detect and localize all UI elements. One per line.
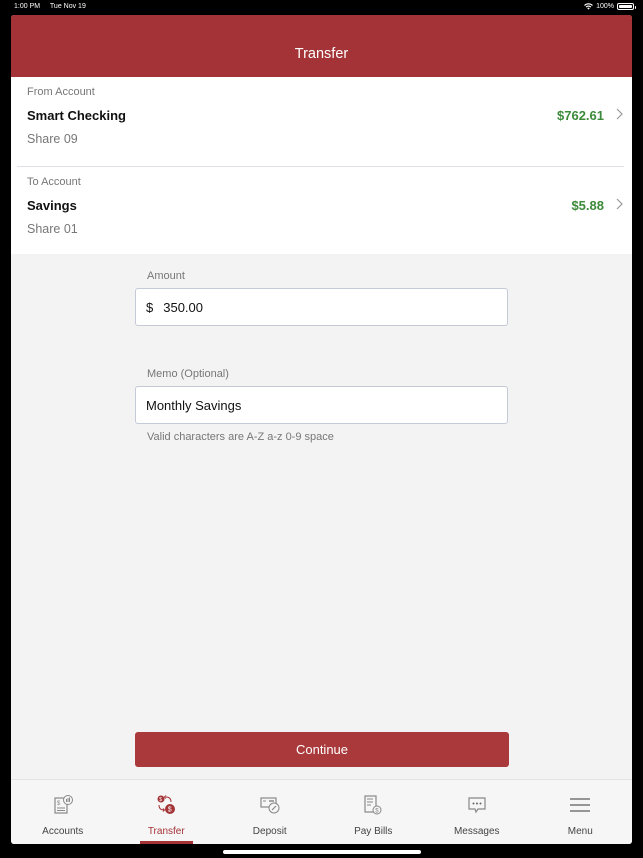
from-account-label: From Account: [27, 86, 95, 98]
account-card: From Account Smart Checking Share 09 $76…: [11, 77, 632, 254]
svg-text:$: $: [168, 807, 172, 814]
tab-accounts[interactable]: $ Accounts: [11, 780, 115, 844]
chevron-right-icon: [616, 108, 623, 123]
memo-hint: Valid characters are A-Z a-z 0-9 space: [147, 431, 334, 443]
transfer-icon: $ $: [157, 795, 176, 814]
home-indicator[interactable]: [223, 850, 421, 854]
to-account-name: Savings: [27, 198, 77, 213]
wifi-icon: [584, 3, 593, 10]
to-account-selector[interactable]: To Account Savings Share 01 $5.88: [11, 167, 632, 254]
svg-text:$: $: [57, 801, 61, 807]
header: Transfer: [11, 15, 632, 77]
to-account-label: To Account: [27, 176, 81, 188]
deposit-icon: [260, 797, 280, 814]
tab-messages[interactable]: Messages: [425, 780, 529, 844]
status-date: Tue Nov 19: [49, 3, 86, 10]
memo-value: Monthly Savings: [146, 397, 242, 413]
from-account-name: Smart Checking: [27, 108, 126, 123]
svg-text:$: $: [160, 797, 163, 803]
chevron-right-icon: [616, 198, 623, 213]
to-account-share: Share 01: [27, 222, 78, 236]
amount-value: 350.00: [163, 299, 203, 315]
memo-input[interactable]: Monthly Savings: [135, 386, 508, 424]
from-account-balance: $762.61: [557, 108, 604, 123]
continue-button[interactable]: Continue: [135, 732, 509, 767]
to-account-balance: $5.88: [571, 198, 604, 213]
tab-transfer[interactable]: $ $ Transfer: [115, 780, 219, 844]
tab-label: Deposit: [252, 826, 287, 837]
tab-deposit[interactable]: Deposit: [218, 780, 322, 844]
app-window: Transfer From Account Smart Checking Sha…: [11, 15, 632, 844]
tab-menu[interactable]: Menu: [529, 780, 633, 844]
page-title: Transfer: [294, 46, 349, 62]
status-time: 1:00 PM: [14, 3, 41, 10]
accounts-icon: $: [54, 795, 73, 814]
battery-percent: 100%: [596, 3, 614, 10]
battery-icon: [617, 3, 636, 10]
amount-label: Amount: [147, 270, 185, 282]
from-account-share: Share 09: [27, 132, 78, 146]
tab-label: Messages: [453, 826, 500, 837]
messages-icon: [468, 797, 486, 814]
tab-label: Pay Bills: [354, 826, 393, 837]
menu-icon: [570, 798, 591, 812]
tab-bar: $ Accounts $ $ Transfer Deposit $ Pay Bi…: [11, 779, 632, 844]
pay-bills-icon: $: [364, 795, 382, 815]
from-account-selector[interactable]: From Account Smart Checking Share 09 $76…: [11, 77, 632, 166]
tab-label: Accounts: [42, 826, 84, 837]
amount-input[interactable]: $ 350.00: [135, 288, 508, 326]
status-bar: 1:00 PM Tue Nov 19 100%: [0, 0, 643, 14]
currency-symbol: $: [146, 299, 154, 315]
tab-label: Menu: [567, 826, 593, 837]
tab-pay-bills[interactable]: $ Pay Bills: [322, 780, 426, 844]
tab-label: Transfer: [147, 826, 185, 837]
memo-label: Memo (Optional): [147, 368, 229, 380]
